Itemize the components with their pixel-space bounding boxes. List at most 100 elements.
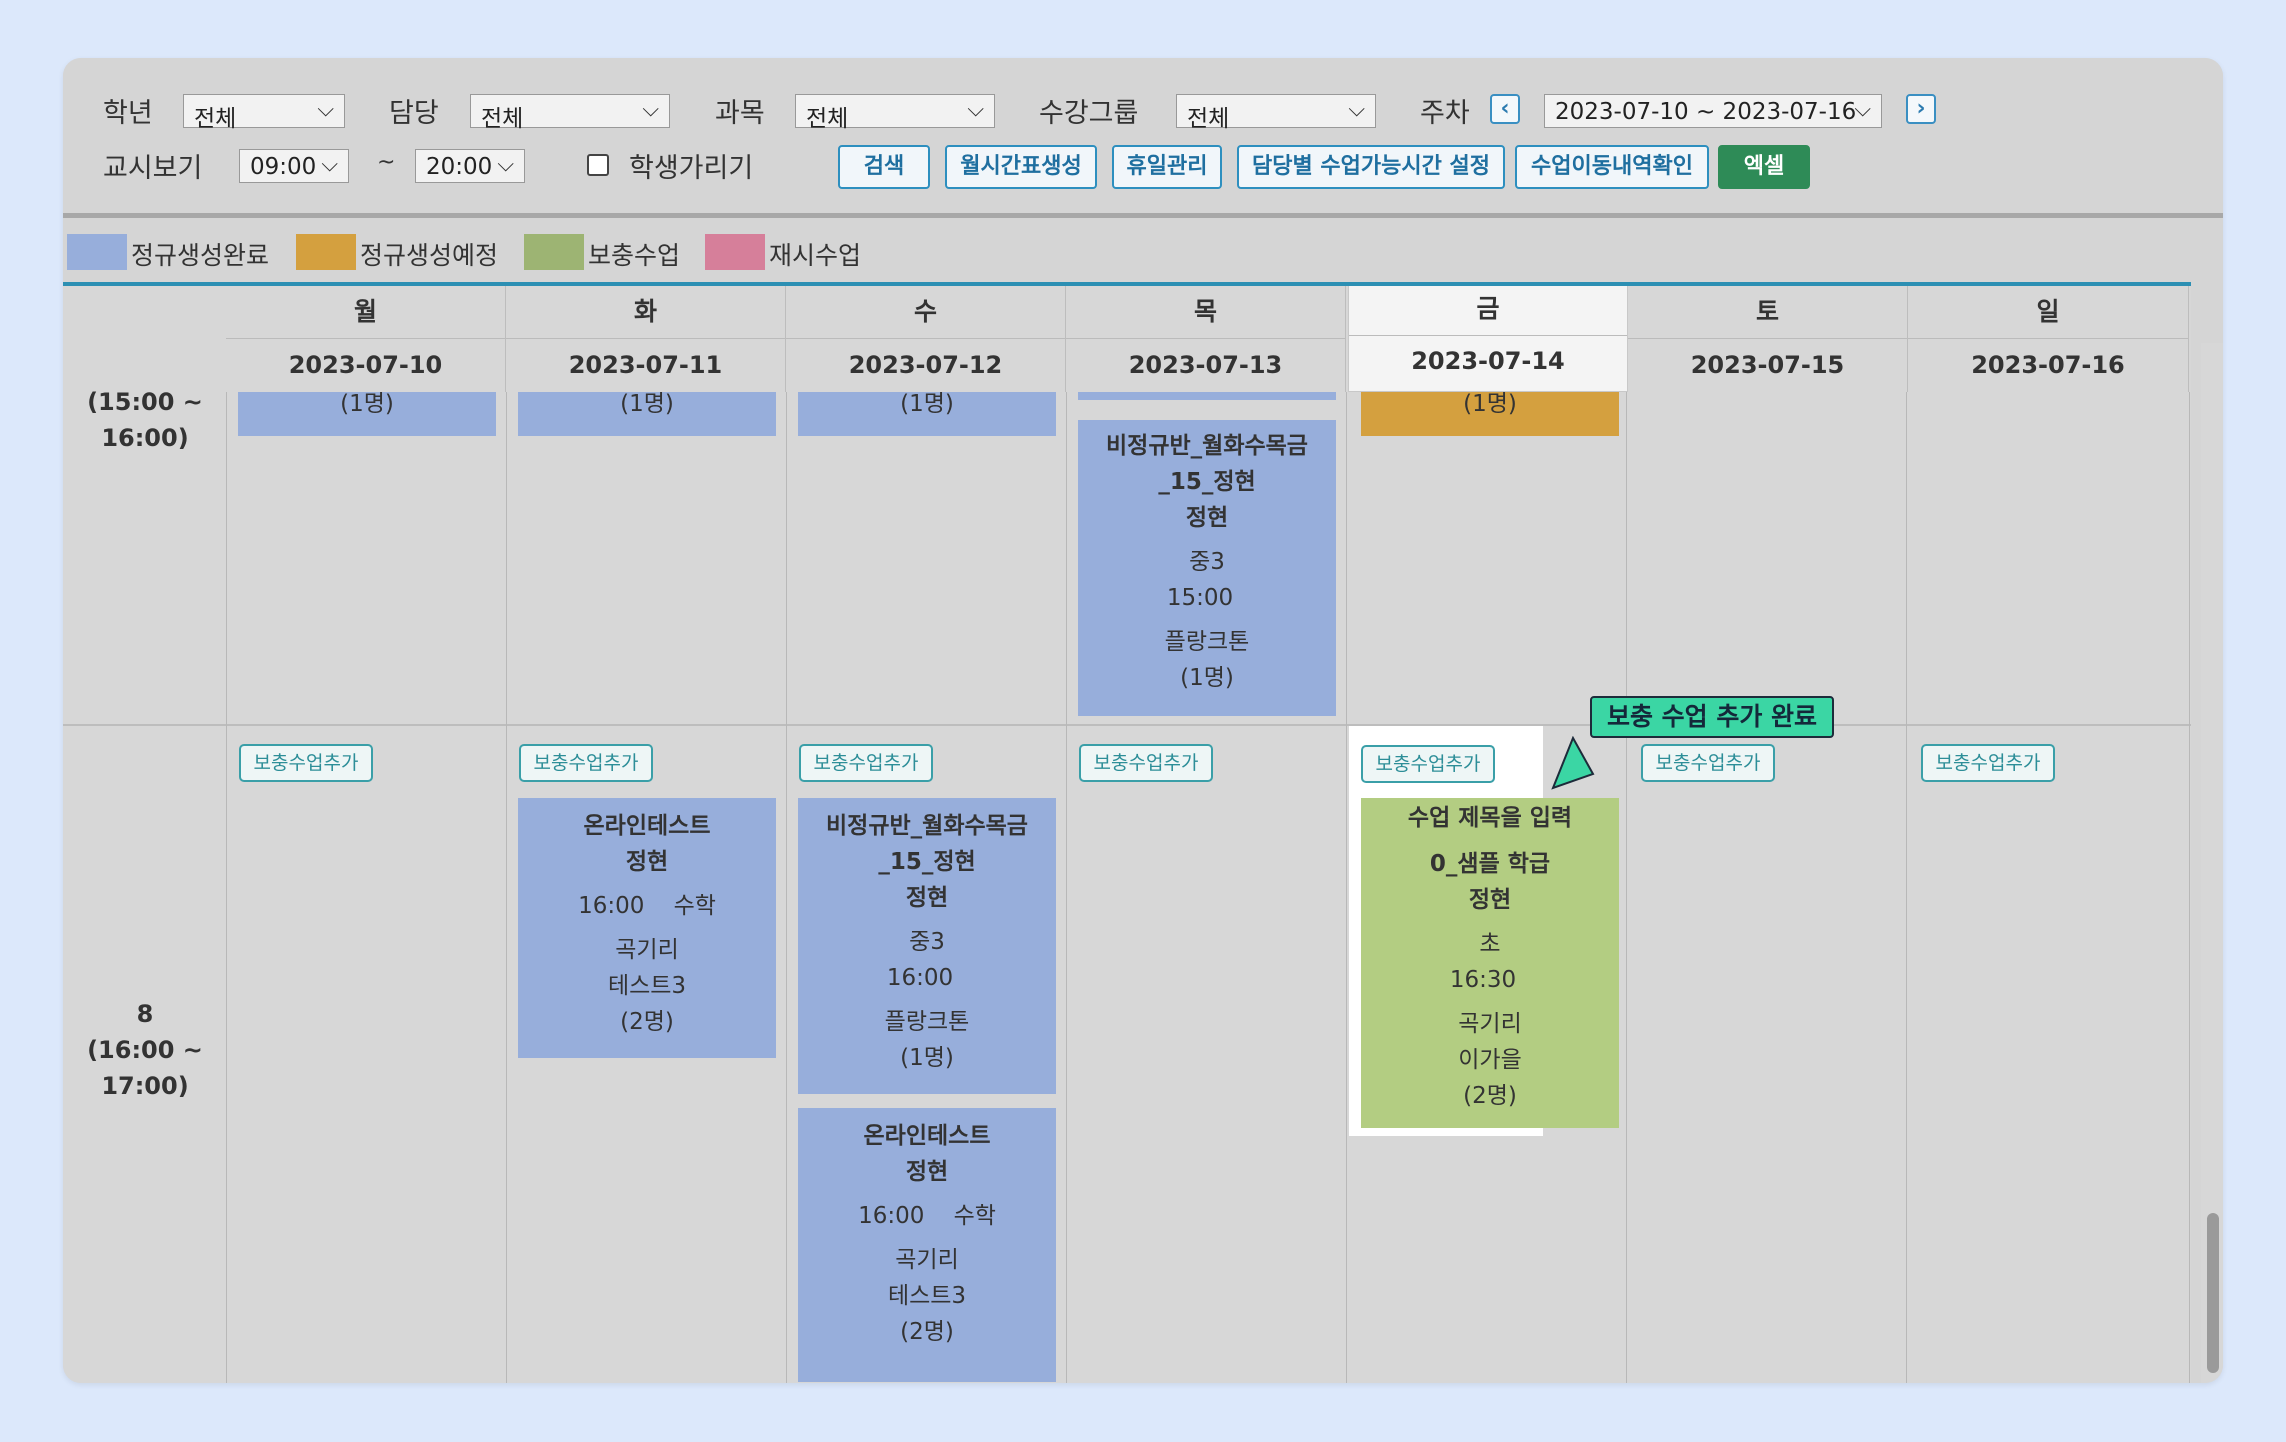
- hide-students-checkbox[interactable]: [587, 154, 609, 176]
- day-header-sun: 일 2023-07-16: [1908, 286, 2189, 392]
- move-history-button[interactable]: 수업이동내역확인: [1515, 145, 1709, 189]
- day-header-thu: 목 2023-07-13: [1066, 286, 1346, 392]
- group-select-value: 전체: [1187, 106, 1230, 132]
- column-line: [1906, 392, 1907, 1383]
- block-room: 플랑크톤: [884, 1009, 970, 1035]
- period-range-separator: ~: [377, 150, 396, 175]
- chevron-down-icon: ⌵: [642, 97, 659, 122]
- grade-label: 학년: [103, 98, 153, 129]
- block-count: (2명): [620, 1009, 674, 1035]
- chevron-down-icon: ⌵: [967, 97, 984, 122]
- row-separator: [63, 724, 2191, 726]
- grade-select[interactable]: 전체 ⌵: [183, 94, 345, 132]
- block-teacher: 정현: [905, 1159, 949, 1185]
- excel-button[interactable]: 엑셀: [1718, 145, 1810, 189]
- teacher-time-setting-button[interactable]: 담당별 수업가능시간 설정: [1237, 145, 1505, 189]
- chevron-down-icon: ⌵: [497, 152, 514, 177]
- add-makeup-button-fri[interactable]: 보충수업추가: [1361, 745, 1495, 783]
- block-count: (2명): [1463, 1083, 1517, 1109]
- column-line: [786, 392, 787, 1383]
- monthly-schedule-button[interactable]: 월시간표생성: [945, 145, 1097, 189]
- legend-label-makeup: 보충수업: [588, 241, 681, 270]
- period-7-line2: 16:00): [101, 424, 189, 452]
- block-grade: 중3: [1189, 549, 1225, 575]
- prev-week-button[interactable]: ‹: [1490, 94, 1520, 124]
- add-makeup-button-tue[interactable]: 보충수업추가: [519, 744, 653, 782]
- makeup-block-fri-p8[interactable]: 수업 제목을 입력 0_샘플 학급 정현 초 16:30 곡기리 이가을 (2명…: [1361, 798, 1619, 1128]
- scrollbar-thumb[interactable]: [2207, 1213, 2219, 1373]
- add-makeup-button-mon[interactable]: 보충수업추가: [239, 744, 373, 782]
- grid-scrollbar[interactable]: [2201, 343, 2223, 1383]
- makeup-added-callout: 보충 수업 추가 완료: [1590, 696, 1834, 738]
- add-makeup-button-sun[interactable]: 보충수업추가: [1921, 744, 2055, 782]
- legend-swatch-regular-done: [67, 234, 127, 270]
- block-teacher: 정현: [905, 885, 949, 911]
- teacher-select[interactable]: 전체 ⌵: [470, 94, 670, 132]
- class-block-wed-p8b[interactable]: 온라인테스트 정현 16:00 수학 곡기리 테스트3 (2명): [798, 1108, 1056, 1382]
- next-week-button[interactable]: ›: [1906, 94, 1936, 124]
- period-7-line1: (15:00 ~: [87, 388, 203, 416]
- schedule-panel: 학년 전체 ⌵ 담당 전체 ⌵ 과목 전체 ⌵ 수강그룹 전체 ⌵ 주차 ‹ 2023-…: [63, 58, 2223, 1383]
- search-button[interactable]: 검색: [838, 145, 930, 189]
- period-start-select[interactable]: 09:00 ⌵: [239, 149, 349, 183]
- legend-label-regular-planned: 정규생성예정: [360, 241, 499, 270]
- block-title: 온라인테스트: [863, 1123, 991, 1149]
- holiday-manage-button[interactable]: 휴일관리: [1112, 145, 1222, 189]
- block-teacher: 정현: [1468, 887, 1512, 913]
- day-name: 토: [1628, 286, 1907, 339]
- day-date: 2023-07-14: [1411, 347, 1565, 375]
- block-title-cont: _15_정현: [1158, 469, 1256, 495]
- chevron-down-icon: ⌵: [1348, 97, 1365, 122]
- day-name: 수: [786, 286, 1065, 339]
- chevron-down-icon: ⌵: [321, 152, 338, 177]
- block-grade: 중3: [909, 929, 945, 955]
- block-time: 16:30: [1449, 967, 1517, 993]
- subject-select[interactable]: 전체 ⌵: [795, 94, 995, 132]
- block-time: 15:00: [1166, 585, 1234, 611]
- callout-pointer-icon: [1551, 736, 1595, 790]
- subject-label: 과목: [715, 98, 765, 129]
- day-header-tue: 화 2023-07-11: [506, 286, 786, 392]
- day-header-mon: 월 2023-07-10: [226, 286, 506, 392]
- block-teacher: 정현: [1185, 505, 1229, 531]
- class-block-tue-p7[interactable]: (1명): [518, 386, 776, 436]
- chevron-down-icon: ⌵: [1854, 97, 1871, 122]
- day-name: 월: [226, 286, 505, 339]
- week-select-value: 2023-07-10 ~ 2023-07-16: [1555, 99, 1857, 125]
- day-name: 일: [1908, 286, 2188, 339]
- class-block-mon-p7[interactable]: (1명): [238, 386, 496, 436]
- group-label: 수강그룹: [1039, 98, 1139, 129]
- block-grade: 초: [1479, 931, 1501, 957]
- class-block-thu-p7b[interactable]: 비정규반_월화수목금 _15_정현 정현 중3 15:00 플랑크톤 (1명): [1078, 420, 1336, 716]
- block-title: 수업 제목을 입력: [1407, 805, 1573, 831]
- column-line: [506, 392, 507, 1383]
- add-makeup-button-thu[interactable]: 보충수업추가: [1079, 744, 1213, 782]
- period-end-select[interactable]: 20:00 ⌵: [415, 149, 525, 183]
- block-room: 플랑크톤: [1164, 629, 1250, 655]
- period-start-value: 09:00: [250, 154, 317, 180]
- teacher-select-value: 전체: [481, 106, 524, 132]
- legend-label-retest: 재시수업: [769, 241, 862, 270]
- block-time-subject: 16:00 수학: [578, 893, 716, 919]
- class-block-fri-p7[interactable]: (1명): [1361, 386, 1619, 436]
- schedule-grid: (15:00 ~ 16:00) 8 (16:00 ~ 17:00) (1명) (…: [63, 286, 2191, 1383]
- block-title: 비정규반_월화수목금: [1106, 433, 1308, 459]
- group-select[interactable]: 전체 ⌵: [1176, 94, 1376, 132]
- add-makeup-button-wed[interactable]: 보충수업추가: [799, 744, 933, 782]
- week-select[interactable]: 2023-07-10 ~ 2023-07-16 ⌵: [1544, 94, 1882, 128]
- day-date: 2023-07-15: [1690, 351, 1845, 379]
- filter-divider: [63, 213, 2223, 218]
- class-block-wed-p8a[interactable]: 비정규반_월화수목금 _15_정현 정현 중3 16:00 플랑크톤 (1명): [798, 798, 1056, 1094]
- day-header-sat: 토 2023-07-15: [1628, 286, 1908, 392]
- column-line: [1346, 392, 1347, 1383]
- block-title: 온라인테스트: [583, 813, 711, 839]
- class-block-tue-p8[interactable]: 온라인테스트 정현 16:00 수학 곡기리 테스트3 (2명): [518, 798, 776, 1058]
- class-block-wed-p7[interactable]: (1명): [798, 386, 1056, 436]
- chevron-right-icon: ›: [1916, 96, 1926, 121]
- period-8-number: 8: [136, 1000, 154, 1028]
- block-title: 비정규반_월화수목금: [826, 813, 1028, 839]
- add-makeup-button-sat[interactable]: 보충수업추가: [1641, 744, 1775, 782]
- block-student: 이가을: [1458, 1047, 1522, 1073]
- block-time-subject: 16:00 수학: [858, 1203, 996, 1229]
- chevron-left-icon: ‹: [1500, 96, 1510, 121]
